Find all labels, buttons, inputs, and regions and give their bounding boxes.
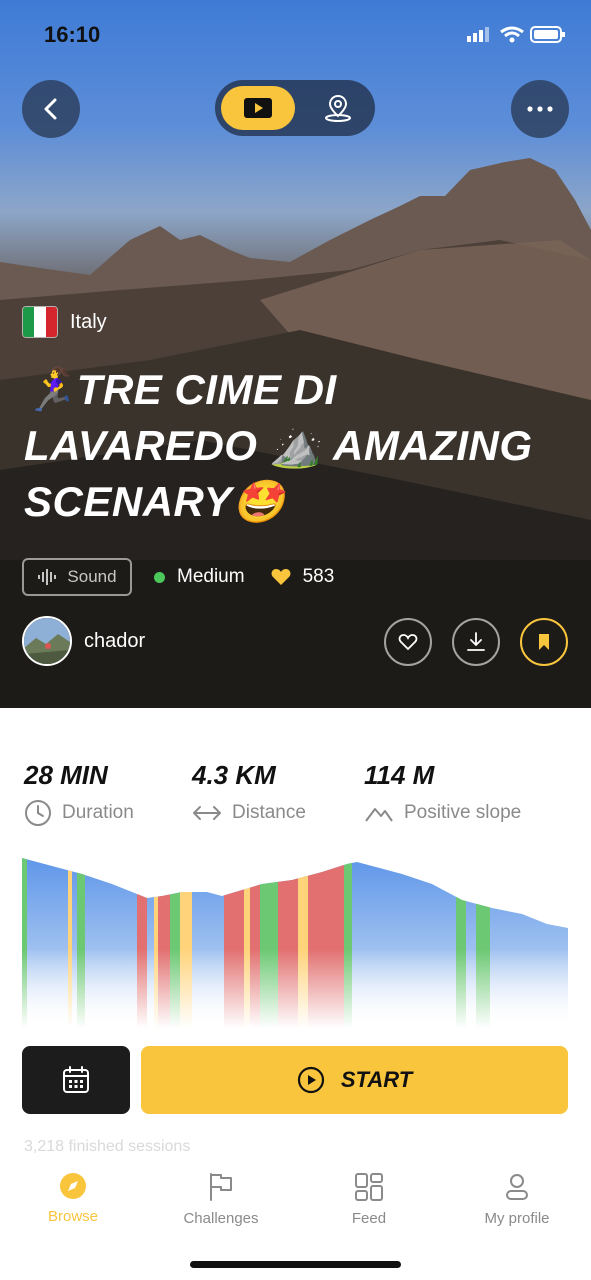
finished-sessions-label: 3,218 finished sessions xyxy=(24,1138,191,1155)
stat-distance-value: 4.3 KM xyxy=(192,760,276,790)
route-title-line-2: LAVAREDO ⛰️ AMAZING xyxy=(24,422,533,469)
tab-challenges[interactable]: Challenges xyxy=(151,1172,291,1227)
tab-challenges-label: Challenges xyxy=(183,1210,259,1227)
stat-slope-label: Positive slope xyxy=(404,802,522,823)
bookmark-button[interactable] xyxy=(520,618,568,666)
country-row: Italy xyxy=(22,306,107,338)
tab-browse-label: Browse xyxy=(47,1208,99,1225)
difficulty-dot xyxy=(154,571,165,583)
video-play-icon xyxy=(244,98,272,118)
stat-slope-value: 114 M xyxy=(364,760,435,790)
route-title: 🏃‍♀️TRE CIME DI LAVAREDO ⛰️ AMAZING SCEN… xyxy=(24,362,574,530)
elevation-profile-chart xyxy=(22,858,568,1028)
finished-sessions-text: 3,218 finished sessions xyxy=(24,1138,190,1156)
start-button[interactable]: START xyxy=(141,1046,568,1114)
route-meta-row: Sound Medium 583 xyxy=(22,558,334,596)
like-button[interactable] xyxy=(384,618,432,666)
home-indicator xyxy=(190,1261,401,1268)
stat-distance-label: Distance xyxy=(232,802,306,823)
tab-feed-label: Feed xyxy=(351,1210,387,1227)
download-icon xyxy=(467,632,485,651)
tab-my-profile-label: My profile xyxy=(484,1210,550,1227)
mountain-icon xyxy=(365,808,393,822)
sound-wave-icon xyxy=(38,569,57,585)
tab-feed[interactable]: Feed xyxy=(299,1172,439,1227)
map-mode-button[interactable] xyxy=(311,86,365,130)
route-title-line-1: 🏃‍♀️TRE CIME DI xyxy=(24,366,337,413)
stat-duration-label: Duration xyxy=(62,802,134,823)
heart-outline-icon xyxy=(398,634,418,651)
sound-label: Sound xyxy=(67,567,117,586)
country-name: Italy xyxy=(70,310,107,333)
sound-badge: Sound xyxy=(22,558,132,596)
stat-duration-value: 28 MIN xyxy=(24,760,108,790)
calendar-icon xyxy=(63,1066,89,1093)
difficulty-label: Medium xyxy=(177,566,245,587)
heart-icon xyxy=(271,569,291,585)
compass-icon xyxy=(60,1173,86,1199)
person-icon xyxy=(506,1174,528,1200)
italy-flag-icon xyxy=(22,306,58,338)
bookmark-icon xyxy=(539,634,549,650)
status-icons xyxy=(467,24,567,49)
status-time: 16:10 xyxy=(44,22,101,47)
arrows-horizontal-icon xyxy=(193,806,221,820)
schedule-button[interactable] xyxy=(22,1046,130,1114)
clock-icon xyxy=(25,800,51,826)
chevron-left-icon xyxy=(44,98,57,120)
view-mode-toggle[interactable] xyxy=(215,80,375,136)
stat-slope: 114 M Positive slope xyxy=(364,760,521,827)
more-options-button[interactable] xyxy=(511,80,569,138)
tab-my-profile[interactable]: My profile xyxy=(447,1172,587,1227)
start-label: START xyxy=(340,1067,413,1092)
map-pin-icon xyxy=(325,94,351,122)
play-circle-icon xyxy=(297,1066,324,1094)
author-row[interactable]: chador xyxy=(22,616,145,666)
likes-count: 583 xyxy=(302,566,335,587)
video-mode-button[interactable] xyxy=(221,86,295,130)
flag-icon xyxy=(210,1173,232,1201)
tab-browse[interactable]: Browse xyxy=(3,1172,143,1225)
ellipsis-icon xyxy=(527,106,553,112)
stat-distance: 4.3 KM Distance xyxy=(192,760,306,827)
route-title-line-3: SCENARY🤩 xyxy=(24,478,285,525)
author-name: chador xyxy=(84,629,146,652)
grid-icon xyxy=(355,1173,383,1201)
download-button[interactable] xyxy=(452,618,500,666)
back-button[interactable] xyxy=(22,80,80,138)
avatar xyxy=(22,616,72,666)
stat-duration: 28 MIN Duration xyxy=(24,760,134,827)
